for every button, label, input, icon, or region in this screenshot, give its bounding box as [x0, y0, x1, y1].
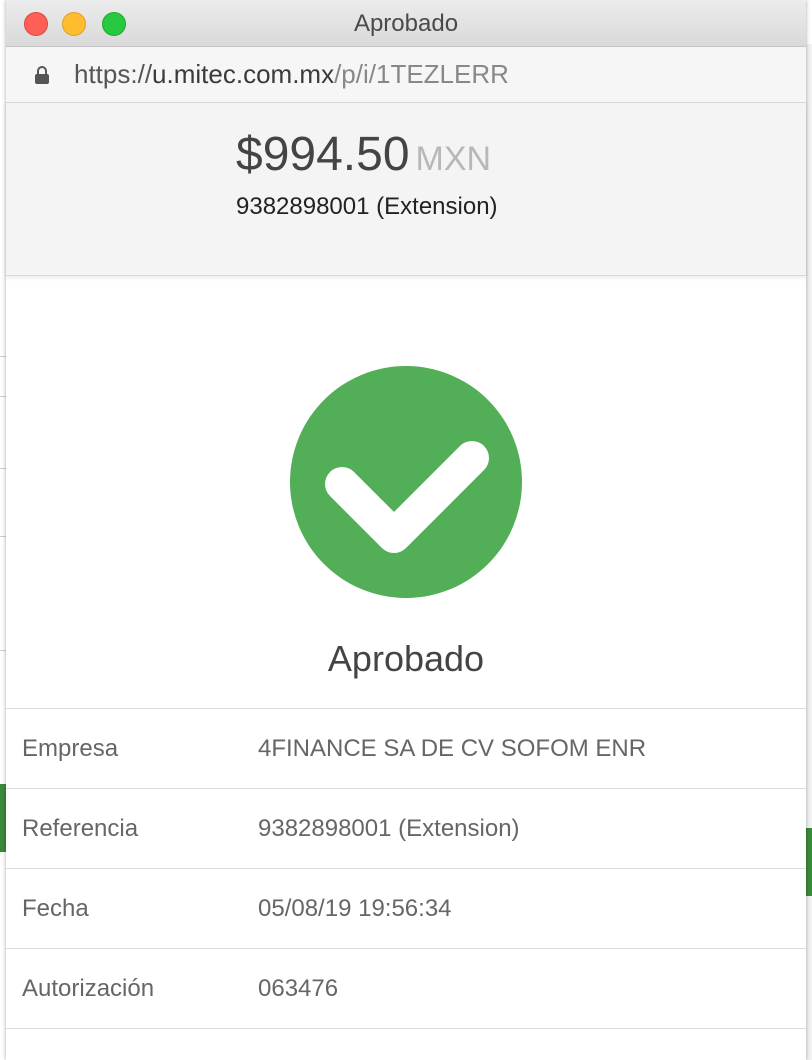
url-host: u.mitec.com.mx: [152, 59, 335, 89]
details-label: Empresa: [22, 735, 119, 762]
details-row-empresa: Empresa 4FINANCE SA DE CV SOFOM ENR: [6, 709, 806, 789]
details-value: 4FINANCE SA DE CV SOFOM ENR: [258, 735, 647, 762]
payment-amount: $994.50 MXN: [236, 127, 491, 182]
popup-window: Aprobado https://u.mitec.com.mx/p/i/1TEZ…: [6, 0, 806, 1060]
currency-code: MXN: [415, 140, 492, 178]
check-icon: [325, 441, 489, 553]
approved-status-icon: [290, 366, 522, 598]
details-value: 9382898001 (Extension): [258, 815, 520, 842]
details-table: Empresa 4FINANCE SA DE CV SOFOM ENR Refe…: [6, 708, 806, 1029]
url-path: /p/i/1TEZLERR: [334, 59, 509, 89]
details-row-referencia: Referencia 9382898001 (Extension): [6, 789, 806, 869]
address-bar[interactable]: https://u.mitec.com.mx/p/i/1TEZLERR: [6, 47, 806, 103]
window-title: Aprobado: [353, 10, 459, 37]
payment-reference: 9382898001 (Extension): [236, 193, 498, 220]
details-value: 05/08/19 19:56:34: [258, 895, 452, 922]
details-row-autorizacion: Autorización 063476: [6, 949, 806, 1029]
details-value: 063476: [258, 975, 339, 1002]
details-row-fecha: Fecha 05/08/19 19:56:34: [6, 869, 806, 949]
status-label: Aprobado: [327, 638, 485, 679]
title-bar: Aprobado: [6, 0, 806, 47]
details-label: Autorización: [22, 975, 155, 1002]
payment-header: $994.50 MXN 9382898001 (Extension): [6, 103, 806, 276]
details-label: Referencia: [22, 815, 139, 842]
lock-icon: [35, 66, 49, 84]
details-label: Fecha: [22, 895, 89, 922]
amount-value: $994.50: [236, 128, 410, 181]
url-scheme: https://: [74, 59, 153, 89]
url-text[interactable]: https://u.mitec.com.mx/p/i/1TEZLERR: [74, 59, 509, 90]
